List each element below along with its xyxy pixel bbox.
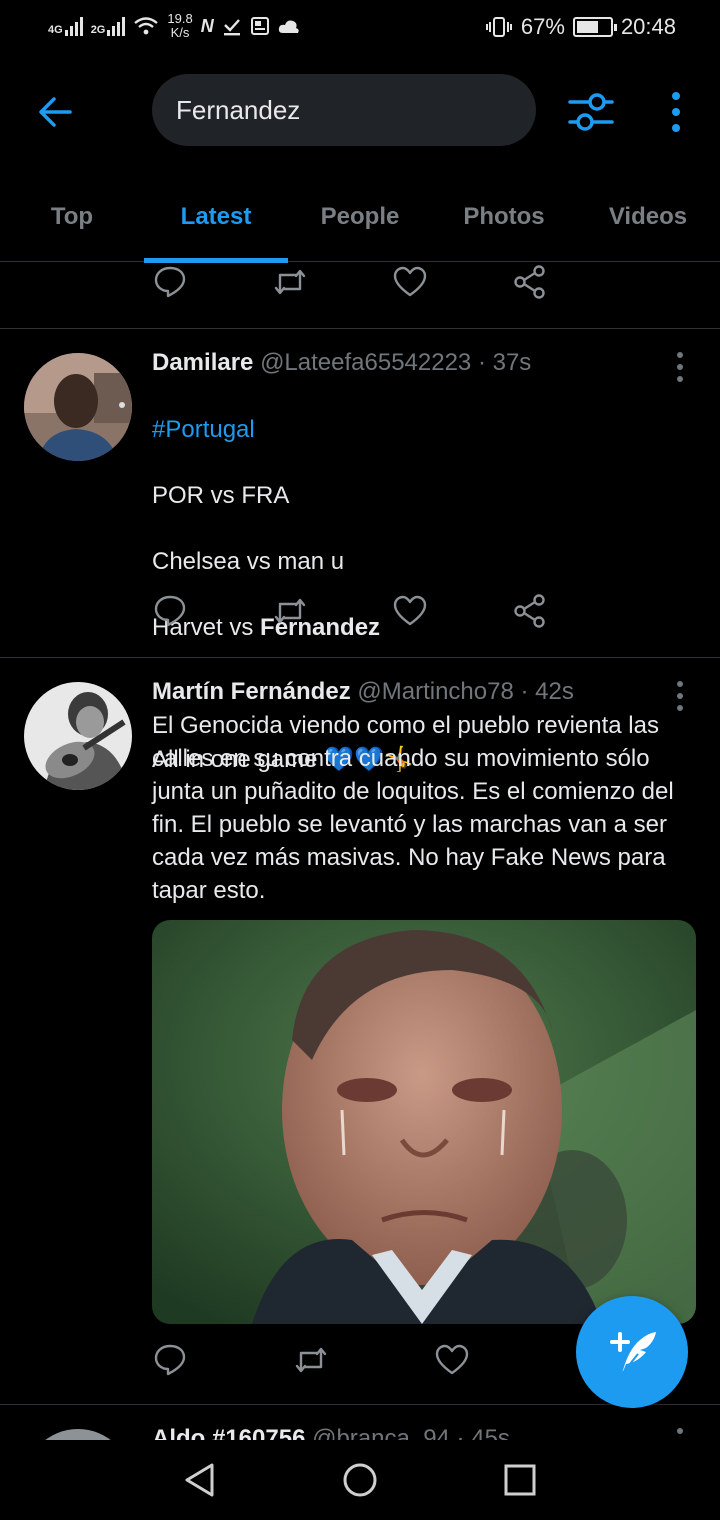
retweet-icon [274,598,306,624]
share-icon [514,265,545,299]
heart-icon [393,595,427,626]
network-speed-value: 19.8 [167,11,193,26]
compose-tweet-icon [610,1332,656,1375]
retweet-button[interactable] [272,593,392,641]
tweet-timestamp: 37s [492,349,532,376]
retweet-button[interactable] [272,264,392,312]
status-bar: 4G 2G 19.8 K/s N 67% 20:48 [0,0,720,56]
network-speed-unit: K/s [170,25,190,40]
tweet-author-handle[interactable]: @branca_94 [312,1425,450,1440]
like-button[interactable] [392,593,512,641]
like-button[interactable] [434,1342,575,1390]
search-query-text: Fernandez [176,94,301,125]
retweet-icon [274,269,306,295]
share-icon [514,594,545,628]
tweet-text: El Genocida viendo como el pueblo revien… [152,712,674,904]
clock: 20:48 [620,14,676,39]
reply-icon [154,266,186,298]
like-button[interactable] [392,264,512,312]
tweet-timestamp: 45s [471,1425,510,1440]
wifi-icon [134,17,159,35]
heart-icon [393,266,427,297]
more-vertical-icon[interactable] [668,1425,692,1440]
share-button[interactable] [512,264,632,312]
hashtag-link[interactable]: #Portugal [152,416,255,443]
signal-2g-label: 2G [90,24,106,36]
tweet-actions [152,1342,632,1390]
nav-recents-icon[interactable] [502,1462,538,1498]
tweet-header: Damilare @Lateefa65542223 · 37s [152,349,531,377]
nav-home-icon[interactable] [342,1462,378,1498]
news-icon [250,17,269,35]
cloud-icon [278,20,299,33]
avatar[interactable] [24,682,132,790]
tweet-actions [152,264,632,312]
arrow-left-icon[interactable] [32,88,80,136]
reply-icon [154,1344,186,1376]
tweet-author-name[interactable]: Damilare [152,349,253,376]
compose-tweet-button[interactable] [576,1296,688,1408]
tweet-author-name[interactable]: Aldo #160756 [152,1425,305,1440]
tweet-actions [152,593,632,641]
retweet-icon [295,1347,327,1373]
tweet-feed[interactable]: Damilare @Lateefa65542223 · 37s #Portuga… [0,262,720,1440]
tweet[interactable]: Martín Fernández @Martincho78 · 42s El G… [0,658,720,1404]
tweet[interactable]: Aldo #160756 @branca_94 · 45s [0,1405,720,1440]
search-input[interactable]: Fernandez [152,74,536,146]
sliders-icon[interactable] [566,88,616,136]
system-nav-bar [0,1440,720,1520]
tweet-timestamp: 42s [535,678,574,705]
heart-icon [435,1344,469,1375]
more-vertical-icon[interactable] [664,88,688,136]
separator: · [449,1425,472,1440]
nfc-icon: N [200,15,214,36]
reply-button[interactable] [152,593,272,641]
tweet-header: Aldo #160756 @branca_94 · 45s [152,1425,510,1440]
tweet-author-handle[interactable]: @Lateefa65542223 [260,349,471,376]
tweet-author-name[interactable]: Martín Fernández [152,678,351,705]
search-tabs: Top Latest People Photos Videos [0,172,720,263]
reply-button[interactable] [152,1342,293,1390]
avatar[interactable] [24,353,132,461]
tweet[interactable]: Damilare @Lateefa65542223 · 37s #Portuga… [0,329,720,773]
tweet-text-line: Chelsea vs man u [152,548,345,575]
signal-4g-label: 4G [48,24,63,36]
battery-icon [572,17,617,37]
tab-people[interactable]: People [288,172,432,262]
tweet-author-handle[interactable]: @Martincho78 [357,678,513,705]
signal-4g: 4G [48,16,83,36]
reply-button[interactable] [152,264,272,312]
battery-percent: 67% [520,14,565,39]
download-done-icon [223,19,240,36]
avatar[interactable] [24,1429,132,1440]
search-header: Fernandez [0,60,720,170]
tweet-header: Martín Fernández @Martincho78 · 42s [152,678,574,706]
tab-latest[interactable]: Latest [144,172,288,263]
share-button[interactable] [512,593,632,641]
retweet-button[interactable] [293,1342,434,1390]
tab-videos[interactable]: Videos [576,172,720,262]
separator: · [471,349,493,376]
tab-top[interactable]: Top [0,172,144,262]
reply-icon [154,595,186,627]
vibrate-icon [485,17,512,37]
signal-2g: 2G [91,16,126,36]
tab-photos[interactable]: Photos [432,172,576,262]
separator: · [513,678,536,705]
tweet-photo[interactable] [152,920,696,1324]
tweet-text-line: POR vs FRA [152,482,290,509]
nav-back-icon[interactable] [182,1462,218,1498]
network-speed: 19.8 K/s [167,12,192,40]
